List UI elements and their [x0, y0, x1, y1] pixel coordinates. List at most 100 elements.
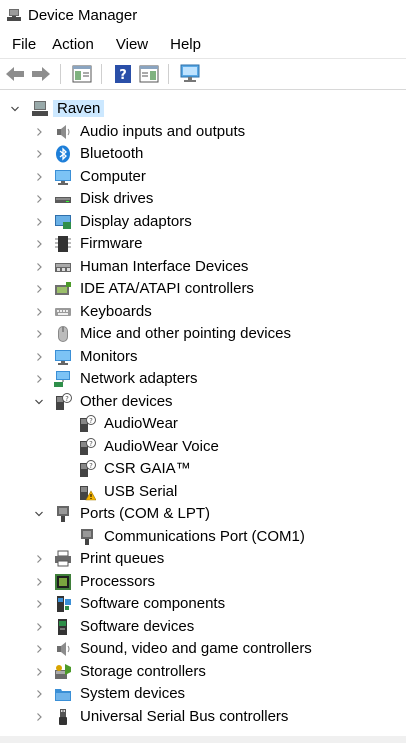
tree-category-sound-video-and-game-controllers[interactable]: Sound, video and game controllers: [0, 638, 406, 660]
chevron-right-icon[interactable]: [34, 622, 44, 632]
tree-category-software-components[interactable]: Software components: [0, 593, 406, 615]
tree-category-disk-drives[interactable]: Disk drives: [0, 188, 406, 210]
tree-category-network-adapters[interactable]: Network adapters: [0, 368, 406, 390]
device-icon: [54, 685, 72, 703]
tree-category-firmware[interactable]: Firmware: [0, 233, 406, 255]
expand-toggle-closed[interactable]: [34, 352, 44, 362]
chevron-right-icon[interactable]: [34, 712, 44, 722]
tree-device-csr-gaia[interactable]: ? CSR GAIA™: [0, 458, 406, 480]
tree-device-communications-port-com1[interactable]: Communications Port (COM1): [0, 526, 406, 548]
chevron-right-icon[interactable]: [34, 667, 44, 677]
tree-category-keyboards[interactable]: Keyboards: [0, 301, 406, 323]
expand-toggle-closed[interactable]: [34, 239, 44, 249]
chevron-down-icon[interactable]: [34, 509, 44, 519]
device-tree[interactable]: Raven Audio inputs and outputs Bluetooth Co…: [0, 94, 406, 743]
expand-toggle-closed[interactable]: [34, 644, 44, 654]
expand-toggle-closed[interactable]: [34, 127, 44, 137]
device-icon: [54, 213, 72, 231]
chevron-down-icon[interactable]: [34, 397, 44, 407]
tree-item-label: Communications Port (COM1): [104, 527, 305, 545]
monitor-icon: [55, 349, 71, 365]
expand-toggle-closed[interactable]: [34, 712, 44, 722]
chevron-right-icon[interactable]: [34, 262, 44, 272]
chevron-right-icon[interactable]: [34, 307, 44, 317]
tree-item-label: IDE ATA/ATAPI controllers: [80, 280, 254, 297]
expand-toggle-closed[interactable]: [34, 149, 44, 159]
back-button[interactable]: [4, 63, 26, 85]
scan-hardware-button[interactable]: [179, 63, 201, 85]
tree-root[interactable]: Raven: [0, 98, 406, 120]
chevron-right-icon[interactable]: [34, 599, 44, 609]
chevron-right-icon[interactable]: [34, 329, 44, 339]
mouse-icon: [58, 326, 68, 342]
expand-toggle-open[interactable]: [34, 509, 44, 519]
expand-toggle-closed[interactable]: [34, 599, 44, 609]
tree-category-bluetooth[interactable]: Bluetooth: [0, 143, 406, 165]
chevron-right-icon[interactable]: [34, 239, 44, 249]
tree-category-universal-serial-bus-controllers[interactable]: Universal Serial Bus controllers: [0, 706, 406, 728]
chevron-right-icon[interactable]: [34, 284, 44, 294]
tree-category-human-interface-devices[interactable]: Human Interface Devices: [0, 256, 406, 278]
chevron-right-icon[interactable]: [34, 352, 44, 362]
tree-category-other-devices[interactable]: ? Other devices: [0, 391, 406, 413]
tree-category-mice-and-other-pointing-devices[interactable]: Mice and other pointing devices: [0, 323, 406, 345]
tree-category-audio-inputs-and-outputs[interactable]: Audio inputs and outputs: [0, 121, 406, 143]
tree-category-processors[interactable]: Processors: [0, 571, 406, 593]
forward-button[interactable]: [30, 63, 52, 85]
chevron-right-icon[interactable]: [34, 554, 44, 564]
chevron-right-icon[interactable]: [34, 577, 44, 587]
expand-toggle-closed[interactable]: [34, 622, 44, 632]
chevron-right-icon[interactable]: [34, 149, 44, 159]
tree-category-software-devices[interactable]: Software devices: [0, 616, 406, 638]
device-icon: ?: [54, 392, 72, 411]
expand-toggle-closed[interactable]: [34, 262, 44, 272]
show-hide-console-tree-button[interactable]: [138, 63, 160, 85]
chevron-right-icon[interactable]: [34, 644, 44, 654]
tree-item-label: Monitors: [80, 347, 138, 365]
tree-category-ports-com-lpt[interactable]: Ports (COM & LPT): [0, 503, 406, 525]
chevron-right-icon[interactable]: [34, 172, 44, 182]
tree-category-print-queues[interactable]: Print queues: [0, 548, 406, 570]
tree-category-ide-ata-atapi-controllers[interactable]: IDE ATA/ATAPI controllers: [0, 278, 406, 300]
menu-view[interactable]: View: [96, 36, 148, 53]
tree-device-usb-serial[interactable]: USB Serial: [0, 481, 406, 503]
menu-action[interactable]: Action: [38, 36, 94, 53]
chevron-right-icon[interactable]: [34, 217, 44, 227]
expand-toggle-closed[interactable]: [34, 284, 44, 294]
expand-toggle-closed[interactable]: [34, 307, 44, 317]
device-icon: [54, 123, 72, 141]
chevron-right-icon[interactable]: [34, 374, 44, 384]
expand-toggle-closed[interactable]: [34, 667, 44, 677]
expand-toggle-closed[interactable]: [34, 194, 44, 204]
tree-device-audiowear-voice[interactable]: ? AudioWear Voice: [0, 436, 406, 458]
expand-toggle-closed[interactable]: [34, 554, 44, 564]
tree-item-label: CSR GAIA™: [104, 460, 191, 477]
chevron-right-icon[interactable]: [34, 127, 44, 137]
expand-toggle-open[interactable]: [34, 397, 44, 407]
chevron-right-icon[interactable]: [34, 689, 44, 699]
expand-toggle-open[interactable]: [10, 104, 20, 114]
properties-icon: [72, 65, 92, 83]
tree-category-display-adaptors[interactable]: Display adaptors: [0, 211, 406, 233]
chevron-right-icon[interactable]: [34, 194, 44, 204]
tree-item-label: Firmware: [80, 235, 143, 252]
expand-toggle-closed[interactable]: [34, 374, 44, 384]
expand-toggle-closed[interactable]: [34, 577, 44, 587]
expand-toggle-closed[interactable]: [34, 217, 44, 227]
menu-help[interactable]: Help: [150, 36, 201, 53]
menu-file[interactable]: File: [0, 36, 36, 53]
expand-toggle-closed[interactable]: [34, 689, 44, 699]
network-icon: [54, 371, 70, 387]
tree-category-computer[interactable]: Computer: [0, 166, 406, 188]
device-icon: [78, 483, 97, 501]
chevron-down-icon[interactable]: [10, 104, 20, 114]
tree-category-system-devices[interactable]: System devices: [0, 683, 406, 705]
expand-toggle-closed[interactable]: [34, 329, 44, 339]
tree-category-storage-controllers[interactable]: Storage controllers: [0, 661, 406, 683]
horizontal-scrollbar[interactable]: [0, 736, 406, 743]
expand-toggle-closed[interactable]: [34, 172, 44, 182]
help-button[interactable]: ?: [112, 63, 134, 85]
tree-device-audiowear[interactable]: ? AudioWear: [0, 413, 406, 435]
properties-button[interactable]: [71, 63, 93, 85]
tree-category-monitors[interactable]: Monitors: [0, 346, 406, 368]
